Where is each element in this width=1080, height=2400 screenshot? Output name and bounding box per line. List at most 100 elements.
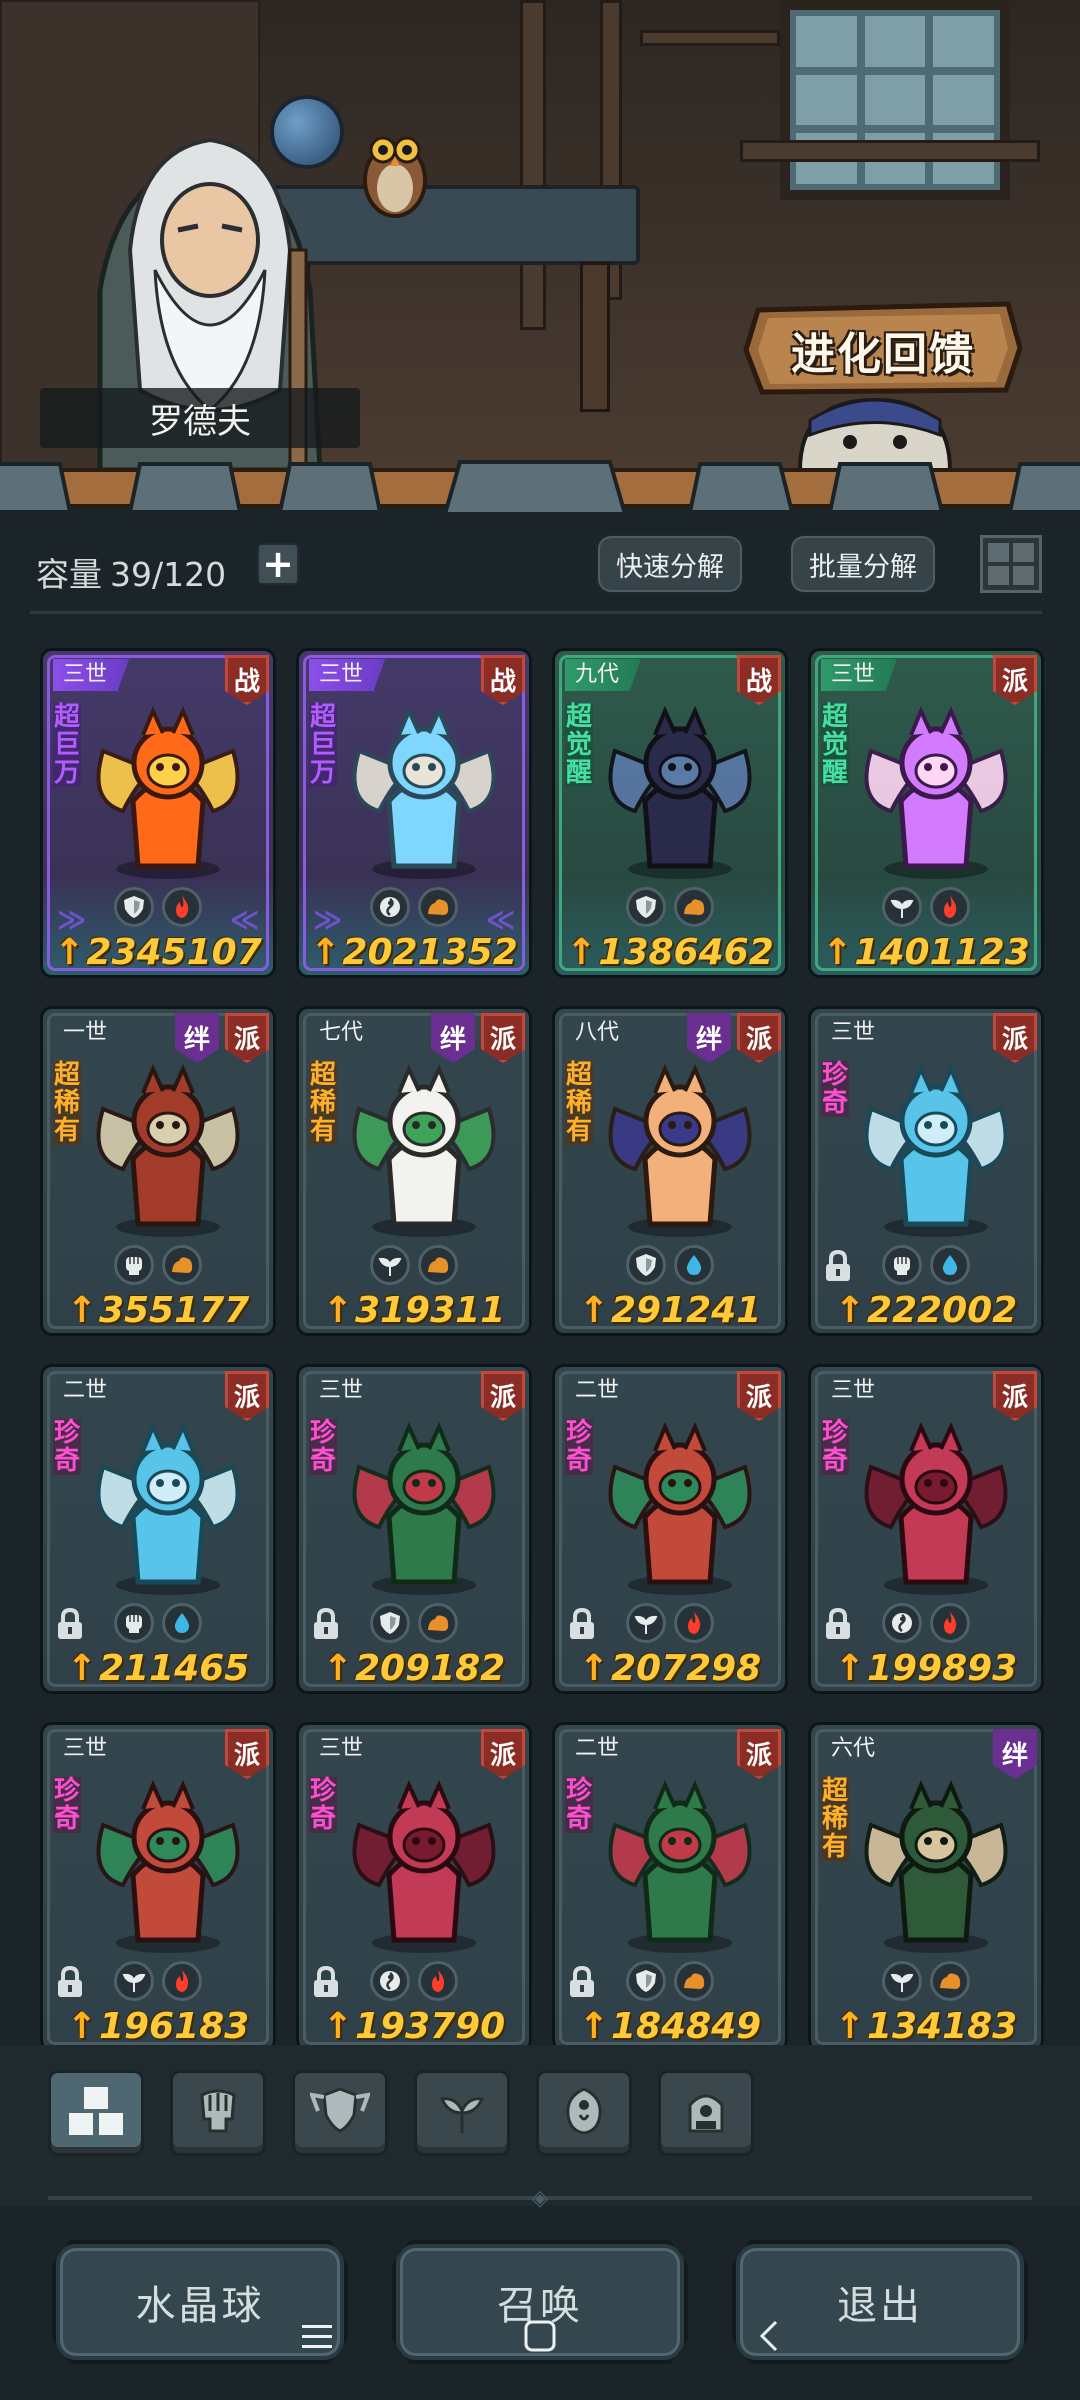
power-value: ↑222002 [811, 1290, 1041, 1331]
power-value: ↑199893 [811, 1648, 1041, 1689]
water-icon [930, 1245, 970, 1285]
rarity-label: 珍奇 [565, 1418, 593, 1476]
filter-tab-tower[interactable] [658, 2070, 754, 2156]
filter-tab-spirit[interactable] [536, 2070, 632, 2156]
power-number: 199893 [866, 1648, 1018, 1689]
power-number: 193790 [354, 2006, 506, 2045]
decorative-rail [0, 460, 1080, 516]
capacity-value: 39/120 [110, 555, 227, 594]
desk-leg [580, 262, 610, 412]
moth-fairy-portrait [595, 1407, 765, 1597]
monster-card[interactable]: 三世派珍奇 ↑199893 [808, 1364, 1044, 1694]
capacity-label: 容量 [36, 555, 102, 594]
power-icon: ↑ [66, 1290, 97, 1331]
fire-icon [930, 1603, 970, 1643]
leaf-icon [370, 1245, 410, 1285]
monster-card[interactable]: 三世派珍奇 ↑222002 [808, 1006, 1044, 1336]
monster-card[interactable]: 三世派超觉醒 ↑1401123 [808, 648, 1044, 978]
creature-peek-icon [797, 397, 953, 470]
water-spirit-portrait [83, 1407, 253, 1597]
generation-tag: 二世 [63, 1378, 108, 1403]
power-number: 211465 [98, 1648, 250, 1689]
monster-card[interactable]: 三世战超巨万 ≫ ≫ ↑2021352 [296, 648, 532, 978]
water-icon [162, 1603, 202, 1643]
dark-sorceress-portrait [595, 691, 765, 881]
generation-tag: 二世 [575, 1736, 620, 1761]
power-value: ↑196183 [43, 2006, 273, 2045]
monster-card[interactable]: 三世派珍奇 ↑193790 [296, 1722, 532, 2045]
back-icon[interactable] [752, 2318, 788, 2354]
home-icon[interactable] [522, 2318, 558, 2354]
monster-card[interactable]: 九代战超觉醒 ↑1386462 [552, 648, 788, 978]
power-number: 2345107 [86, 932, 262, 973]
power-number: 222002 [866, 1290, 1018, 1331]
ice-dragon-portrait [339, 691, 509, 881]
power-number: 184849 [610, 2006, 762, 2045]
power-icon: ↑ [322, 1290, 353, 1331]
filter-tab-shield[interactable] [292, 2070, 388, 2156]
monster-card[interactable]: 二世派珍奇 ↑211465 [40, 1364, 276, 1694]
power-number: 209182 [354, 1648, 506, 1689]
filter-tab-fist[interactable] [170, 2070, 266, 2156]
filter-tab-leaf[interactable] [414, 2070, 510, 2156]
rarity-label: 超稀有 [309, 1060, 337, 1146]
leaf-icon [436, 2085, 488, 2141]
monster-card[interactable]: 七代绊派超稀有 ↑319311 [296, 1006, 532, 1336]
monster-card[interactable]: 二世派珍奇 ↑207298 [552, 1364, 788, 1694]
power-icon: ↑ [834, 1290, 865, 1331]
moth-fairy-portrait [83, 1765, 253, 1955]
power-value: ↑184849 [555, 2006, 785, 2045]
monster-card[interactable]: 三世派珍奇 ↑196183 [40, 1722, 276, 2045]
element-icons [299, 1961, 529, 2001]
element-icons [555, 1603, 785, 1643]
element-icons [811, 1245, 1041, 1285]
generation-tag: 三世 [309, 659, 386, 691]
spirit-icon [370, 887, 410, 927]
add-capacity-button[interactable]: + [257, 542, 299, 586]
window [780, 0, 1010, 200]
element-icons [299, 887, 529, 927]
element-icons [43, 1961, 273, 2001]
spirit-icon [558, 2085, 610, 2141]
power-number: 1386462 [598, 932, 774, 973]
monster-card[interactable]: 一世绊派超稀有 ↑355177 [40, 1006, 276, 1336]
grid-view-icon[interactable] [980, 535, 1042, 593]
power-icon: ↑ [578, 2006, 609, 2045]
power-number: 196183 [98, 2006, 250, 2045]
rarity-label: 珍奇 [821, 1418, 849, 1476]
monster-card[interactable]: 八代绊派超稀有 ↑291241 [552, 1006, 788, 1336]
fire-icon [418, 1961, 458, 2001]
rarity-label: 超巨万 [309, 702, 337, 788]
plant-dryad-portrait [595, 1765, 765, 1955]
power-value: ↑319311 [299, 1290, 529, 1331]
tower-icon [680, 2085, 732, 2141]
shield-icon [114, 887, 154, 927]
filter-tab-all[interactable] [48, 2070, 144, 2156]
power-number: 207298 [610, 1648, 762, 1689]
batch-decompose-button[interactable]: 批量分解 [788, 533, 938, 595]
power-value: ↑209182 [299, 1648, 529, 1689]
generation-tag: 三世 [319, 1736, 364, 1761]
red-dragon-portrait [339, 1765, 509, 1955]
power-icon: ↑ [578, 1648, 609, 1689]
fire-icon [162, 887, 202, 927]
bunny-witch-portrait [595, 1049, 765, 1239]
fire-icon [162, 1961, 202, 2001]
power-icon: ↑ [66, 2006, 97, 2045]
monster-card[interactable]: 三世派珍奇 ↑209182 [296, 1364, 532, 1694]
menu-icon[interactable] [300, 2318, 336, 2354]
red-dragon-portrait [851, 1407, 1021, 1597]
power-value: ↑1386462 [555, 932, 785, 973]
generation-tag: 九代 [565, 659, 642, 691]
evolution-feedback-label: 进化回馈 [791, 329, 975, 380]
wood-beam [740, 140, 1040, 162]
quick-decompose-button[interactable]: 快速分解 [595, 533, 745, 595]
monster-card[interactable]: 二世派珍奇 ↑184849 [552, 1722, 788, 2045]
monster-card[interactable]: 六代绊超稀有 ↑134183 [808, 1722, 1044, 2045]
monster-card[interactable]: 三世战超巨万 ≫ ≫ ↑2345107 [40, 648, 276, 978]
element-icons [811, 887, 1041, 927]
wood-beam [520, 0, 546, 330]
shield-icon [308, 2085, 372, 2141]
fire-icon [930, 887, 970, 927]
element-icons [299, 1245, 529, 1285]
